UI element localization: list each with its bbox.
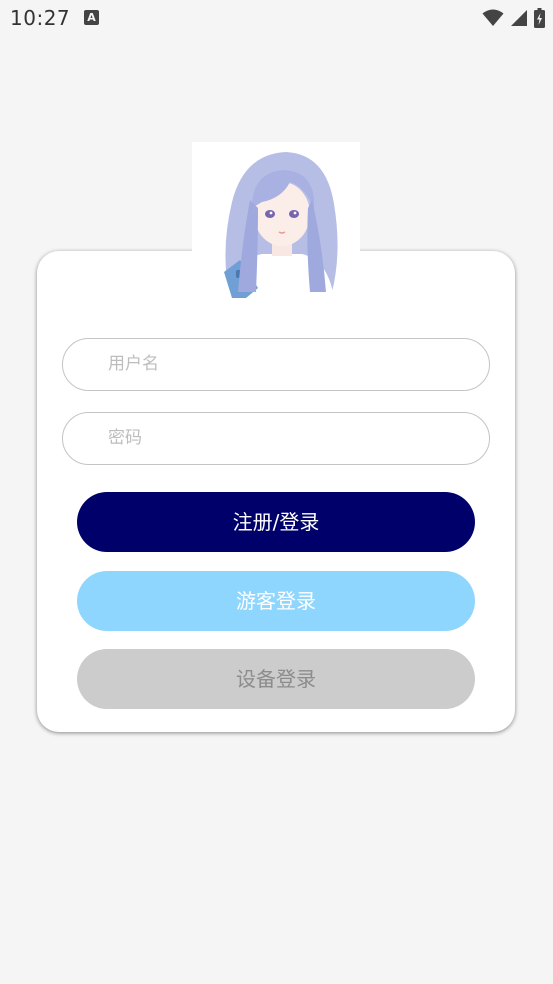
status-time: 10:27 <box>10 6 71 30</box>
guest-login-button[interactable]: 游客登录 <box>77 571 475 631</box>
username-placeholder: 用户名 <box>108 354 159 374</box>
status-bar: 10:27 A <box>0 0 553 38</box>
text-a-notification-icon: A <box>84 10 99 25</box>
status-icons <box>482 8 545 28</box>
password-placeholder: 密码 <box>108 428 142 448</box>
battery-charging-icon <box>534 8 545 28</box>
username-field[interactable]: 用户名 <box>62 338 490 391</box>
anime-girl-avatar-icon <box>222 152 338 298</box>
device-login-button[interactable]: 设备登录 <box>77 649 475 709</box>
login-button[interactable]: 注册/登录 <box>77 492 475 552</box>
avatar <box>192 142 360 298</box>
password-field[interactable]: 密码 <box>62 412 490 465</box>
cell-signal-icon <box>511 10 527 26</box>
wifi-icon <box>482 9 504 26</box>
